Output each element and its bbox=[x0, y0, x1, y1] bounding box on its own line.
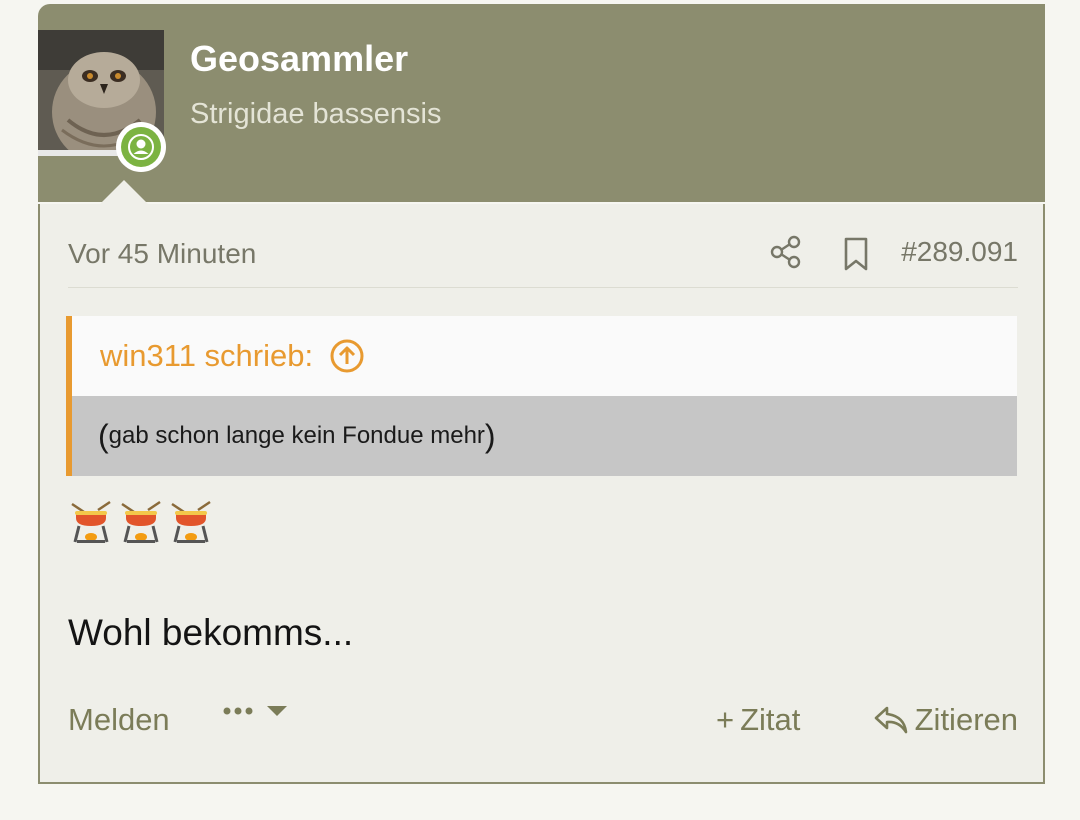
jump-to-quote-icon[interactable] bbox=[329, 338, 365, 374]
fondue-emoji-3 bbox=[171, 500, 211, 543]
quote-author[interactable]: win311 schrieb: bbox=[100, 338, 313, 374]
post-meta-bar: Vor 45 Minuten #289.091 bbox=[68, 234, 1018, 288]
quote-open-paren: ( bbox=[98, 417, 109, 454]
reply-quote-label: Zitieren bbox=[914, 702, 1018, 737]
fondue-emoji-2 bbox=[121, 500, 161, 543]
online-status-badge bbox=[116, 122, 166, 172]
post-author-header: Geosammler Strigidae bassensis bbox=[38, 4, 1045, 202]
quote-header: win311 schrieb: bbox=[72, 316, 1017, 396]
post-card: Vor 45 Minuten #289.091 win311 schrieb: bbox=[38, 204, 1045, 784]
post-actions-bar: Melden + Zitat Zitieren bbox=[68, 698, 1018, 744]
post-body-text: Wohl bekomms... bbox=[68, 612, 354, 653]
quote-content: ( gab schon lange kein Fondue mehr ) bbox=[72, 396, 1017, 476]
add-quote-label: Zitat bbox=[740, 702, 801, 737]
report-button[interactable]: Melden bbox=[68, 702, 170, 738]
bookmark-icon[interactable] bbox=[842, 236, 870, 272]
fondue-emoji-1 bbox=[71, 500, 111, 543]
chevron-down-icon bbox=[267, 706, 287, 716]
add-quote-button[interactable]: + Zitat bbox=[716, 702, 800, 738]
quote-close-paren: ) bbox=[484, 417, 496, 454]
post-timestamp[interactable]: Vor 45 Minuten bbox=[68, 238, 256, 270]
emoji-row bbox=[68, 500, 214, 546]
reply-quote-button[interactable]: Zitieren bbox=[873, 702, 1018, 738]
more-dots-icon bbox=[223, 707, 253, 715]
quote-text: gab schon lange kein Fondue mehr bbox=[108, 422, 485, 449]
post-number-link[interactable]: #289.091 bbox=[901, 236, 1018, 268]
plus-icon: + bbox=[716, 702, 735, 737]
share-icon[interactable] bbox=[768, 234, 804, 270]
author-name[interactable]: Geosammler bbox=[190, 38, 408, 80]
quote-block: win311 schrieb: ( gab schon lange kein F… bbox=[66, 316, 1017, 476]
reply-icon bbox=[874, 706, 907, 734]
online-user-icon bbox=[128, 134, 154, 160]
header-pointer bbox=[100, 180, 148, 204]
more-actions-menu[interactable] bbox=[222, 704, 288, 718]
author-title: Strigidae bassensis bbox=[190, 98, 442, 130]
